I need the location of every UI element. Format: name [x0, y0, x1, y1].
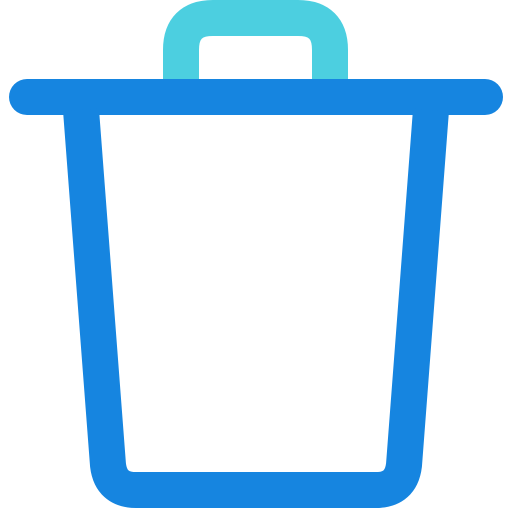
trash-icon-canvas — [0, 0, 512, 512]
trash-bin-body-icon — [63, 108, 449, 508]
trash-can-icon — [9, 0, 503, 508]
